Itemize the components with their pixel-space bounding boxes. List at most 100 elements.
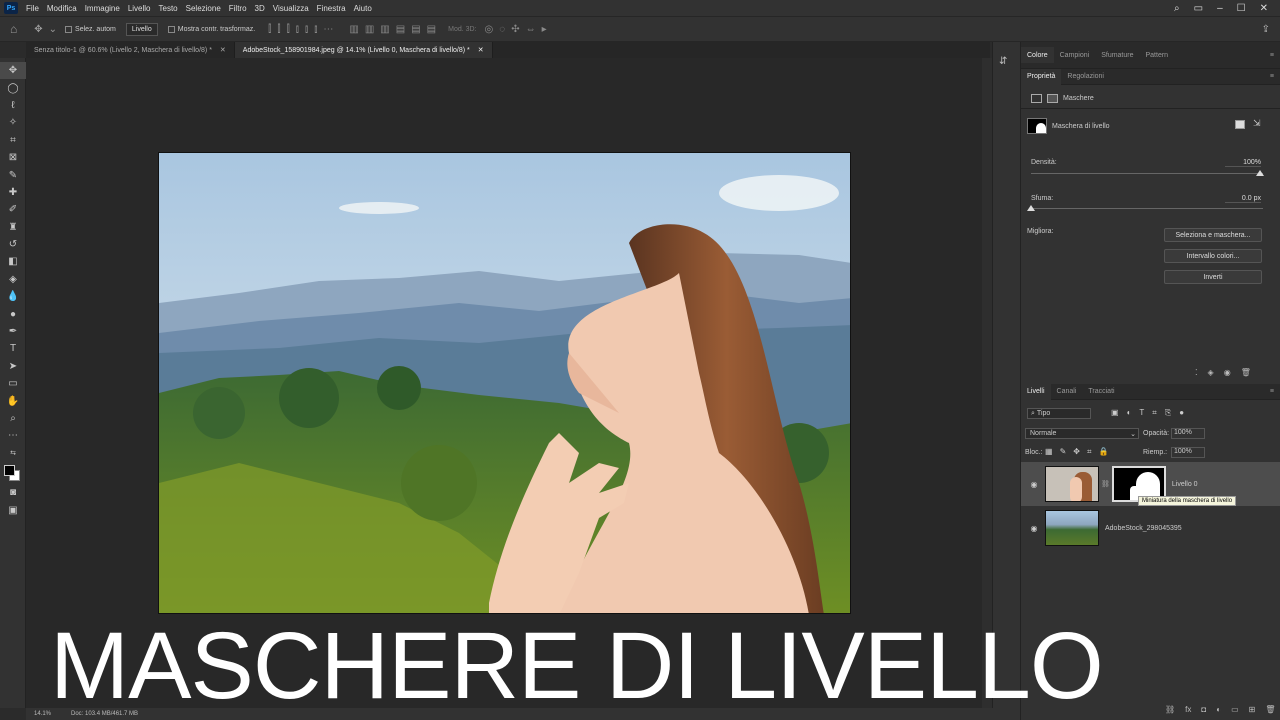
path-select-icon[interactable]: ➤ — [0, 358, 26, 375]
screen-mode-icon[interactable]: ▣ — [0, 501, 26, 518]
menu-finestra[interactable]: Finestra — [313, 4, 350, 13]
lock-artboard-icon[interactable]: ⌗ — [1087, 447, 1092, 457]
layer-thumbnail[interactable] — [1045, 510, 1099, 546]
opacity-input[interactable]: 100% — [1171, 428, 1205, 439]
rectangle-tool-icon[interactable]: ▭ — [0, 375, 26, 392]
panel-menu-icon[interactable]: ≡ — [1270, 388, 1280, 395]
history-panel-icon[interactable]: ⇵ — [999, 56, 1007, 67]
layer-filter-dropdown[interactable]: ⌕ Tipo — [1027, 408, 1091, 419]
density-slider-thumb[interactable] — [1256, 170, 1264, 176]
3d-slide-icon[interactable]: ⇔ — [526, 24, 536, 35]
tab-senza-titolo[interactable]: Senza titolo-1 @ 60.6% (Livello 2, Masch… — [26, 42, 235, 58]
menu-filtro[interactable]: Filtro — [225, 4, 251, 13]
tab-canali[interactable]: Canali — [1051, 384, 1083, 400]
auto-select-checkbox[interactable] — [65, 25, 73, 33]
magic-wand-icon[interactable]: ✧ — [0, 114, 26, 131]
3d-scale-icon[interactable]: ▸ — [542, 24, 547, 35]
move-tool-icon[interactable]: ✥ — [34, 24, 42, 35]
more-options-icon[interactable]: ⋯ — [323, 24, 333, 35]
share-icon[interactable]: ⇪ — [1262, 24, 1270, 35]
align-top-icon[interactable]: ⫾ — [296, 24, 299, 35]
tab-proprieta[interactable]: Proprietà — [1021, 68, 1062, 85]
swap-colors-icon[interactable]: ⇆ — [0, 445, 26, 462]
link-icon[interactable]: ⛓ — [1101, 480, 1110, 488]
transform-controls-checkbox[interactable] — [167, 25, 175, 33]
3d-orbit-icon[interactable]: ◎ — [485, 24, 494, 35]
align-right-icon[interactable]: ⫿ — [287, 24, 290, 35]
zoom-level[interactable]: 14.1% — [34, 711, 51, 717]
close-tab-icon[interactable]: ✕ — [478, 46, 484, 54]
minimize-icon[interactable]: – — [1217, 3, 1223, 14]
dodge-tool-icon[interactable]: ● — [0, 305, 26, 322]
lasso-tool-icon[interactable]: ℓ — [0, 97, 26, 114]
menu-modifica[interactable]: Modifica — [43, 4, 81, 13]
layer-name[interactable]: AdobeStock_298045395 — [1105, 525, 1182, 532]
move-tool-icon[interactable]: ✥ — [0, 62, 26, 80]
invert-button[interactable]: Inverti — [1164, 270, 1262, 284]
layer-name[interactable]: Livello 0 — [1172, 481, 1198, 488]
maximize-icon[interactable]: ☐ — [1237, 3, 1246, 14]
history-brush-icon[interactable]: ↺ — [0, 236, 26, 253]
3d-roll-icon[interactable]: ◌ — [499, 24, 505, 35]
more-tools-icon[interactable]: ⋯ — [0, 427, 26, 444]
hand-tool-icon[interactable]: ✋ — [0, 392, 26, 409]
select-mask-icon[interactable] — [1235, 120, 1245, 129]
layer-row-adobestock[interactable]: ◉ AdobeStock_298045395 — [1021, 506, 1280, 550]
color-range-button[interactable]: Intervallo colori... — [1164, 249, 1262, 263]
clone-stamp-icon[interactable]: ♜ — [0, 219, 26, 236]
lock-all-icon[interactable]: 🔒 — [1098, 447, 1108, 457]
lock-transparency-icon[interactable]: ▦ — [1045, 447, 1053, 457]
filter-pixel-icon[interactable]: ▣ — [1111, 408, 1119, 418]
tab-pattern[interactable]: Pattern — [1140, 47, 1175, 63]
visibility-eye-icon[interactable]: ◉ — [1027, 524, 1041, 533]
auto-select-dropdown[interactable]: Livello — [125, 22, 158, 36]
filter-adjustment-icon[interactable]: ◐ — [1127, 408, 1132, 418]
type-tool-icon[interactable]: T — [0, 340, 26, 357]
close-tab-icon[interactable]: ✕ — [220, 46, 226, 54]
trash-icon[interactable]: 🗑 — [1265, 705, 1275, 714]
frame-tool-icon[interactable]: ⊠ — [0, 149, 26, 166]
align-vcenter-icon[interactable]: ⫾ — [305, 24, 308, 35]
pen-tool-icon[interactable]: ✒ — [0, 323, 26, 340]
gradient-tool-icon[interactable]: ◈ — [0, 271, 26, 288]
align-hcenter-icon[interactable]: ⫿ — [277, 24, 280, 35]
tab-regolazioni[interactable]: Regolazioni — [1061, 69, 1110, 85]
align-bottom-icon[interactable]: ⫾ — [314, 24, 317, 35]
layer-thumbnail[interactable] — [1045, 466, 1099, 502]
menu-visualizza[interactable]: Visualizza — [269, 4, 313, 13]
chevron-down-icon[interactable]: ⌄ — [49, 24, 57, 35]
menu-immagine[interactable]: Immagine — [81, 4, 124, 13]
filter-toggle-icon[interactable]: ● — [1179, 408, 1184, 418]
3d-pan-icon[interactable]: ✣ — [511, 24, 519, 35]
density-input[interactable]: 100% — [1225, 159, 1261, 167]
document-image[interactable] — [158, 152, 851, 614]
filter-smartobject-icon[interactable]: ⎘ — [1165, 408, 1171, 418]
apply-mask-icon[interactable]: ⇲ — [1253, 118, 1261, 129]
menu-selezione[interactable]: Selezione — [182, 4, 225, 13]
feather-slider[interactable] — [1031, 208, 1263, 209]
menu-file[interactable]: File — [22, 4, 43, 13]
tab-campioni[interactable]: Campioni — [1054, 47, 1096, 63]
filter-type-icon[interactable]: T — [1139, 408, 1144, 418]
quick-mask-icon[interactable]: ◙ — [0, 484, 26, 501]
panel-menu-icon[interactable]: ≡ — [1270, 52, 1280, 59]
menu-livello[interactable]: Livello — [124, 4, 155, 13]
menu-testo[interactable]: Testo — [155, 4, 182, 13]
lock-position-icon[interactable]: ✥ — [1073, 447, 1080, 457]
tab-sfumature[interactable]: Sfumature — [1095, 47, 1139, 63]
pixel-mask-icon[interactable] — [1031, 94, 1042, 103]
tab-adobestock[interactable]: AdobeStock_158901984.jpeg @ 14.1% (Livel… — [234, 42, 493, 58]
apply-icon[interactable]: ◈ — [1208, 368, 1214, 377]
distribute-1-icon[interactable]: ▥ — [349, 24, 358, 35]
vertical-scrollbar[interactable] — [982, 58, 992, 708]
mask-thumbnail[interactable] — [1027, 118, 1047, 134]
eraser-icon[interactable]: ◧ — [0, 253, 26, 270]
foreground-color-swatch[interactable] — [4, 464, 15, 476]
eyedropper-icon[interactable]: ✎ — [0, 166, 26, 183]
visibility-eye-icon[interactable]: ◉ — [1027, 480, 1041, 489]
distribute-2-icon[interactable]: ▥ — [365, 24, 374, 35]
visibility-icon[interactable]: ◉ — [1224, 368, 1231, 377]
feather-input[interactable]: 0.0 px — [1225, 195, 1261, 203]
crop-tool-icon[interactable]: ⌗ — [0, 132, 26, 149]
distribute-6-icon[interactable]: ▤ — [427, 24, 436, 35]
